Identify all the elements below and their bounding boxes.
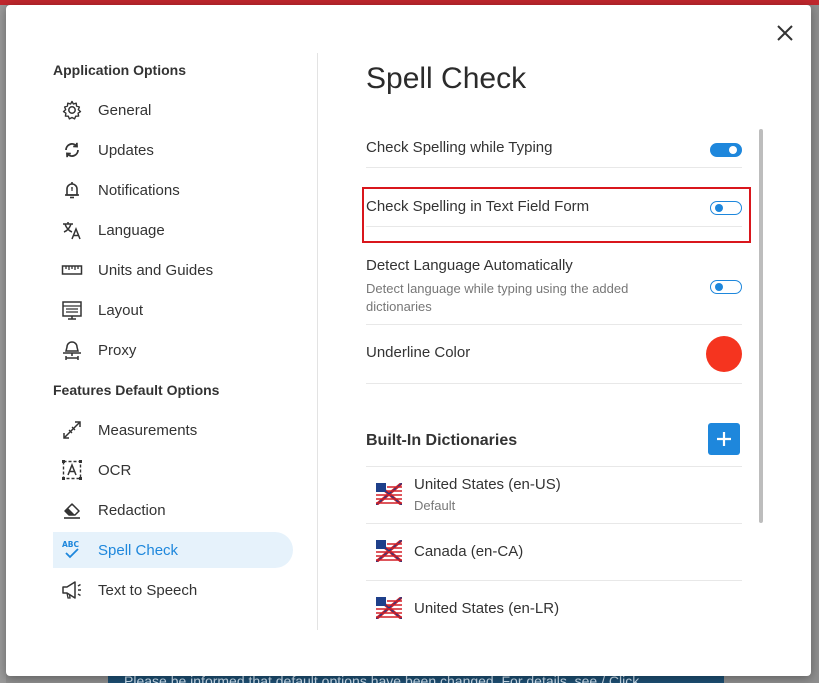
sync-icon xyxy=(61,139,83,161)
ruler-icon xyxy=(61,259,83,281)
sidebar-divider xyxy=(317,53,318,630)
toggle-knob xyxy=(715,283,723,291)
toggle-knob xyxy=(729,146,737,154)
dictionaries-title: Built-In Dictionaries xyxy=(366,432,518,449)
flag-icon xyxy=(376,597,402,619)
dictionary-name: United States (en-LR) xyxy=(414,600,560,617)
gear-icon xyxy=(61,99,83,121)
plus-icon xyxy=(717,432,731,446)
check-while-typing-toggle[interactable] xyxy=(710,143,742,157)
dictionary-default-label: Default xyxy=(414,498,456,513)
sidebar-item-text-to-speech[interactable]: Text to Speech xyxy=(53,572,293,608)
sidebar-item-spell-check[interactable]: ABC Spell Check xyxy=(53,532,293,568)
dictionaries-header: Built-In Dictionaries xyxy=(366,406,742,467)
setting-label: Check Spelling while Typing xyxy=(366,139,553,156)
svg-text:ABC: ABC xyxy=(62,540,80,549)
underline-color-swatch[interactable] xyxy=(706,336,742,372)
spellcheck-icon: ABC xyxy=(61,539,83,561)
sidebar-item-general[interactable]: General xyxy=(53,92,293,128)
sidebar-item-label: Units and Guides xyxy=(98,261,214,279)
dialog-body: Application Options General Updates Noti… xyxy=(6,5,811,630)
spell-check-panel: Spell Check Check Spelling while Typing … xyxy=(366,57,742,630)
sidebar-item-ocr[interactable]: OCR xyxy=(53,452,293,488)
highlight-box xyxy=(362,187,751,243)
sidebar-item-units-and-guides[interactable]: Units and Guides xyxy=(53,252,293,288)
sidebar-item-measurements[interactable]: Measurements xyxy=(53,412,293,448)
layout-icon xyxy=(61,299,83,321)
setting-description: Detect language while typing using the a… xyxy=(366,281,629,314)
sidebar-item-label: Redaction xyxy=(98,501,166,519)
sidebar-item-layout[interactable]: Layout xyxy=(53,292,293,328)
section-title-application-options: Application Options xyxy=(53,62,186,78)
dictionary-name: United States (en-US) xyxy=(414,476,561,493)
setting-label: Detect Language Automatically xyxy=(366,257,573,274)
sidebar-item-label: OCR xyxy=(98,461,132,479)
sidebar-item-label: Language xyxy=(98,221,165,239)
setting-row-check-while-typing: Check Spelling while Typing xyxy=(366,101,742,168)
detect-language-toggle[interactable] xyxy=(710,280,742,294)
sidebar-item-label: Spell Check xyxy=(98,541,179,559)
features-options-list: Measurements OCR Redaction ABC Spell Che… xyxy=(53,412,303,608)
bell-icon xyxy=(61,179,83,201)
sidebar-item-label: Measurements xyxy=(98,421,198,439)
setting-label: Underline Color xyxy=(366,344,471,361)
add-dictionary-button[interactable] xyxy=(708,423,740,455)
setting-text-block: Detect Language Automatically Detect lan… xyxy=(366,257,666,316)
sidebar-item-label: Layout xyxy=(98,301,144,319)
sidebar-item-language[interactable]: Language xyxy=(53,212,293,248)
measure-icon xyxy=(61,419,83,441)
sidebar-item-proxy[interactable]: Proxy xyxy=(53,332,293,368)
megaphone-icon xyxy=(61,579,83,601)
setting-row-underline-color: Underline Color xyxy=(366,325,742,384)
content-scrollbar[interactable] xyxy=(759,129,763,523)
dictionary-item-en-us[interactable]: United States (en-US) Default xyxy=(366,467,742,524)
sidebar-item-label: Notifications xyxy=(98,181,180,199)
dictionary-item-en-ca[interactable]: Canada (en-CA) xyxy=(366,524,742,581)
sidebar-item-label: General xyxy=(98,101,152,119)
sidebar-item-label: Updates xyxy=(98,141,154,159)
options-sidebar: Application Options General Updates Noti… xyxy=(53,60,303,612)
eraser-icon xyxy=(61,499,83,521)
preferences-dialog: Application Options General Updates Noti… xyxy=(6,5,811,676)
sidebar-item-label: Proxy xyxy=(98,341,137,359)
page-title: Spell Check xyxy=(366,62,527,95)
proxy-icon xyxy=(61,339,83,361)
sidebar-item-label: Text to Speech xyxy=(98,581,198,599)
application-options-list: General Updates Notifications Language U… xyxy=(53,92,303,368)
sidebar-item-notifications[interactable]: Notifications xyxy=(53,172,293,208)
sidebar-item-updates[interactable]: Updates xyxy=(53,132,293,168)
dictionary-name: Canada (en-CA) xyxy=(414,543,524,560)
dictionary-item-en-lr[interactable]: United States (en-LR) xyxy=(366,581,742,630)
features-section: Features Default Options Measurements OC… xyxy=(53,380,303,608)
ocr-icon xyxy=(61,459,83,481)
section-title-features-default-options: Features Default Options xyxy=(53,382,220,398)
translate-icon xyxy=(61,219,83,241)
flag-icon xyxy=(376,483,402,505)
flag-icon xyxy=(376,540,402,562)
sidebar-item-redaction[interactable]: Redaction xyxy=(53,492,293,528)
